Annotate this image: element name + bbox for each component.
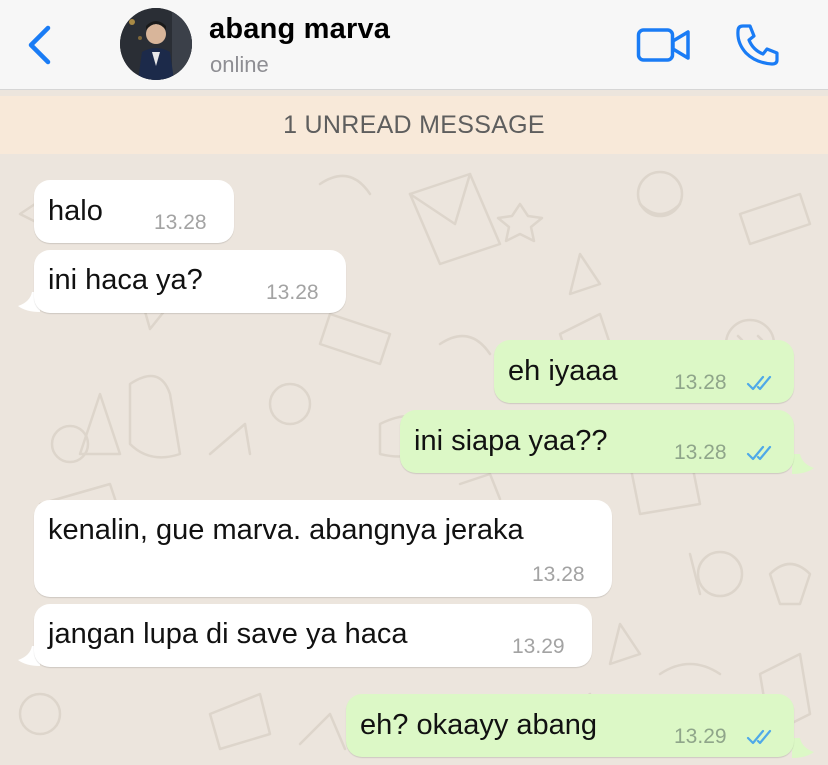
video-call-button[interactable] [636, 25, 692, 65]
message-text: ini haca ya? [48, 264, 203, 296]
bubble-tail [792, 454, 814, 474]
video-camera-icon [636, 28, 690, 62]
bubble-tail [792, 738, 814, 758]
voice-call-button[interactable] [734, 22, 782, 68]
message-time: 13.29 [674, 725, 727, 748]
unread-messages-banner: 1 UNREAD MESSAGE [0, 96, 828, 154]
message-text: eh iyaaa [508, 355, 618, 387]
chat-header: abang marva online [0, 0, 828, 90]
message-time: 13.28 [154, 211, 207, 234]
message-time: 13.28 [266, 281, 319, 304]
message-text: halo [48, 195, 103, 227]
message-text: kenalin, gue marva. abangnya jeraka [48, 514, 524, 546]
message-bubble[interactable]: eh iyaaa 13.28 [494, 340, 794, 403]
chevron-left-icon [28, 25, 51, 65]
message-bubble[interactable]: jangan lupa di save ya haca 13.29 [34, 604, 592, 667]
back-button[interactable] [22, 22, 56, 68]
contact-status: online [210, 52, 269, 77]
message-bubble[interactable]: eh? okaayy abang 13.29 [346, 694, 794, 757]
message-bubble[interactable]: halo 13.28 [34, 180, 234, 243]
contact-name[interactable]: abang marva [209, 13, 390, 46]
read-receipt-icon [746, 375, 772, 391]
message-bubble[interactable]: ini siapa yaa?? 13.28 [400, 410, 794, 473]
message-text: ini siapa yaa?? [414, 425, 608, 457]
chat-messages-area[interactable]: halo 13.28 ini haca ya? 13.28 eh iyaaa 1… [0, 154, 828, 765]
message-time: 13.29 [512, 635, 565, 658]
contact-avatar[interactable] [120, 8, 192, 80]
phone-icon [736, 24, 779, 66]
read-receipt-icon [746, 445, 772, 461]
message-bubble[interactable]: ini haca ya? 13.28 [34, 250, 346, 313]
message-time: 13.28 [674, 441, 727, 464]
message-bubble[interactable]: kenalin, gue marva. abangnya jeraka 13.2… [34, 500, 612, 597]
read-receipt-icon [746, 729, 772, 745]
message-time: 13.28 [674, 371, 727, 394]
message-text: jangan lupa di save ya haca [48, 618, 408, 650]
message-time: 13.28 [532, 563, 585, 586]
message-text: eh? okaayy abang [360, 709, 598, 741]
avatar-photo [120, 8, 192, 80]
